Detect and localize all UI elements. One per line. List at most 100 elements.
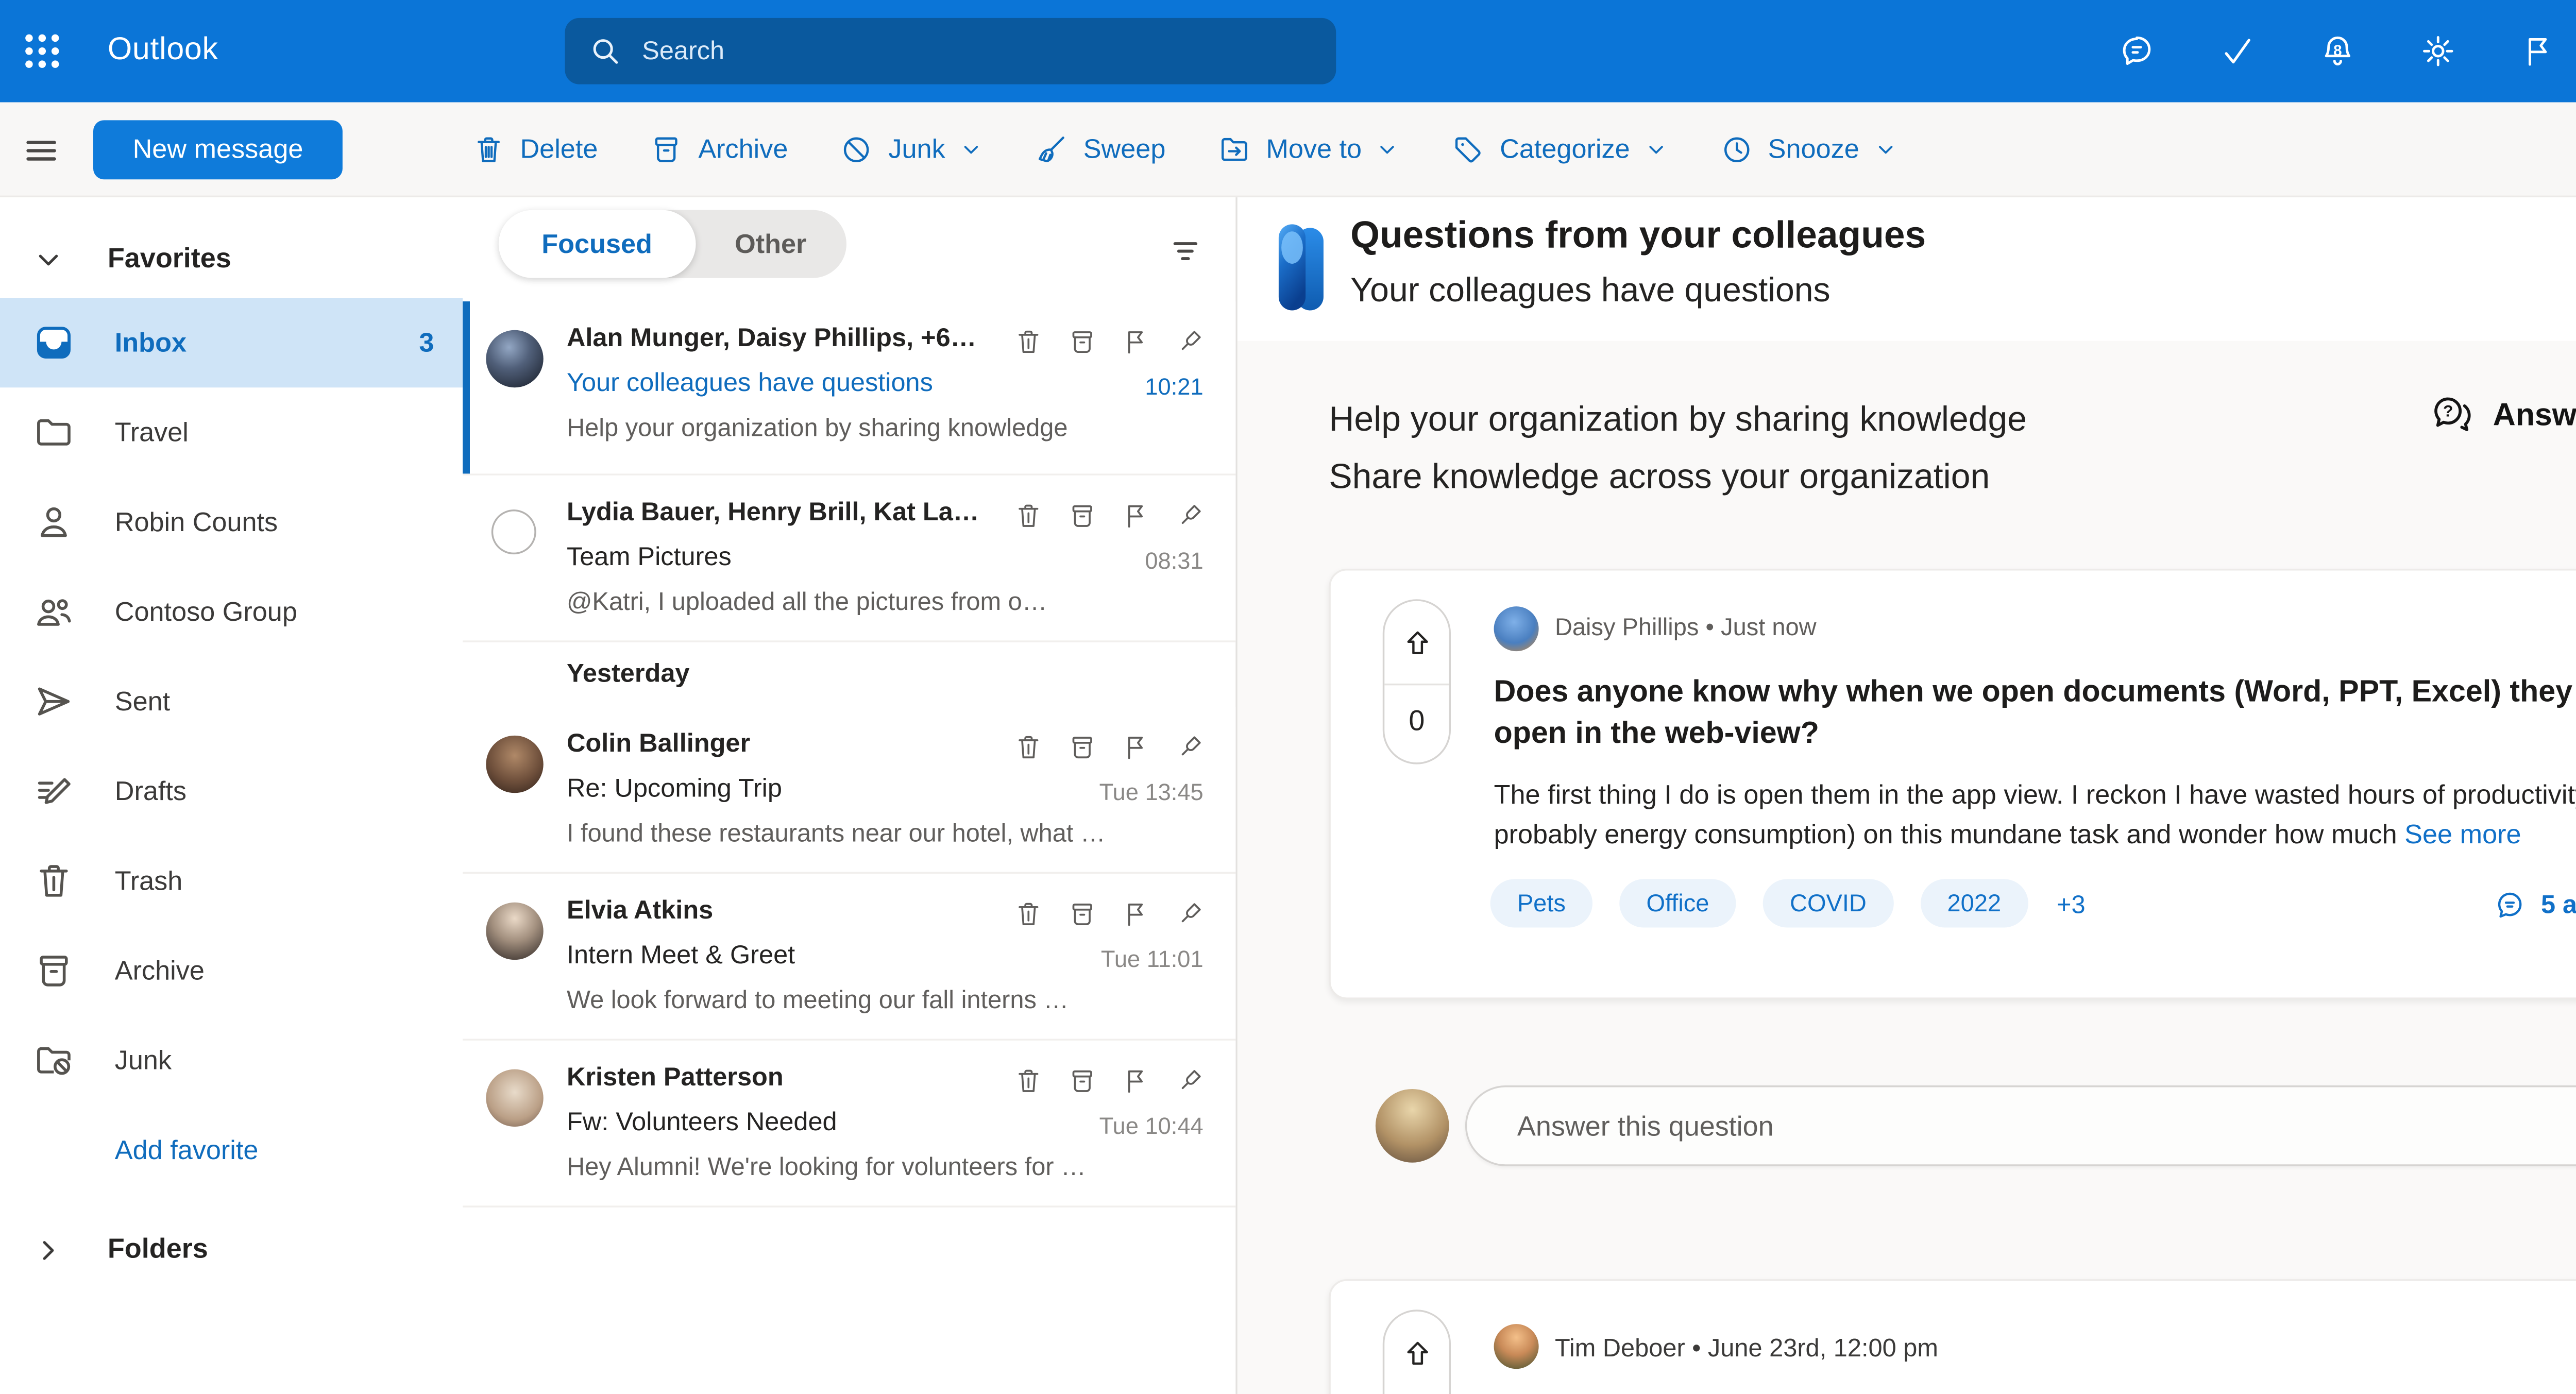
command-toolbar: New message Delete Archive Junk Sweep Mo… (0, 102, 2576, 198)
answers-link[interactable]: 5 answers (2493, 888, 2576, 922)
pin-icon[interactable] (1175, 327, 1205, 357)
categorize-button[interactable]: Categorize (1451, 132, 1668, 166)
snooze-button[interactable]: Snooze (1720, 132, 1897, 166)
archive-icon[interactable] (1067, 501, 1097, 531)
search-bar[interactable] (565, 18, 1336, 84)
answer-input[interactable] (1513, 1087, 2526, 1168)
archive-icon[interactable] (1067, 327, 1097, 357)
answer-composer[interactable]: GIF (1465, 1085, 2576, 1168)
sidebar-item-inbox[interactable]: Inbox 3 (0, 298, 463, 388)
sender-avatar[interactable] (486, 902, 544, 960)
email-time: Tue 13:45 (1099, 778, 1204, 806)
trash-icon[interactable] (1013, 327, 1044, 357)
outlook-window: Outlook Search 8 New message Delete Arch… (0, 0, 2576, 1394)
select-circle[interactable] (491, 509, 536, 555)
see-more-link[interactable]: See more (2404, 819, 2521, 849)
todo-check-icon[interactable] (2218, 32, 2256, 70)
sender-avatar[interactable] (486, 330, 544, 388)
filter-icon[interactable] (1167, 233, 1204, 269)
flag-icon[interactable] (1121, 501, 1151, 531)
email-row-kristen-patterson[interactable]: Kristen Patterson Fw: Volunteers Needed … (463, 1040, 1236, 1208)
flag-icon[interactable] (1121, 732, 1151, 762)
sidebar-item-drafts[interactable]: Drafts (0, 746, 463, 836)
tab-other[interactable]: Other (696, 210, 846, 278)
tab-focused[interactable]: Focused (498, 210, 696, 278)
sidebar-item-trash[interactable]: Trash (0, 836, 463, 926)
email-row-alan-munger[interactable]: Alan Munger, Daisy Phillips, +6… Your co… (463, 301, 1236, 475)
flag-icon[interactable] (1121, 327, 1151, 357)
trash-icon[interactable] (1013, 899, 1044, 929)
author-avatar[interactable] (1494, 1324, 1539, 1369)
favorites-header[interactable]: Favorites (0, 223, 463, 298)
folders-header[interactable]: Folders (0, 1205, 463, 1295)
sidebar-item-travel[interactable]: Travel (0, 387, 463, 477)
sidebar-item-junk[interactable]: Junk (0, 1015, 463, 1105)
email-senders: Alan Munger, Daisy Phillips, +6… (566, 325, 977, 354)
sweep-broom-icon (1039, 135, 1065, 162)
sweep-button[interactable]: Sweep (1035, 132, 1165, 166)
question-card-secondary: Tim Deboer • June 23rd, 12:00 pm (1329, 1279, 2576, 1394)
trash-icon[interactable] (1013, 1066, 1044, 1096)
upvote-button[interactable] (1384, 601, 1449, 686)
answers-in-viva-badge: ? Answers in Viva (2430, 393, 2576, 438)
pin-icon[interactable] (1175, 1066, 1205, 1096)
new-message-button[interactable]: New message (93, 120, 343, 180)
tag-icon (1455, 136, 1481, 162)
sender-avatar[interactable] (486, 1069, 544, 1127)
archive-icon[interactable] (1067, 1066, 1097, 1096)
pin-icon[interactable] (1175, 899, 1205, 929)
delete-button[interactable]: Delete (471, 132, 598, 166)
notification-count-badge: 8 (2333, 40, 2342, 59)
settings-gear-icon[interactable] (2419, 32, 2457, 70)
email-hover-actions (1013, 501, 1205, 531)
archive-icon[interactable] (1067, 899, 1097, 929)
email-row-elvia-atkins[interactable]: Elvia Atkins Intern Meet & Greet Tue 11:… (463, 874, 1236, 1041)
app-launcher-icon[interactable] (20, 29, 64, 74)
upvote-button[interactable] (1384, 1312, 1449, 1394)
sidebar-item-archive[interactable]: Archive (0, 926, 463, 1015)
search-input[interactable] (638, 35, 1313, 67)
tag-pill[interactable]: Office (1619, 879, 1736, 928)
sidebar-item-contoso-group[interactable]: Contoso Group (0, 567, 463, 657)
banner-subheading: Share knowledge across your organization (1329, 457, 1990, 497)
person-icon (41, 507, 67, 537)
archive-icon[interactable] (1067, 732, 1097, 762)
flag-icon[interactable] (1121, 1066, 1151, 1096)
pin-icon[interactable] (1175, 732, 1205, 762)
tag-pill[interactable]: 2022 (1920, 879, 2028, 928)
tag-pill[interactable]: Pets (1490, 879, 1593, 928)
author-avatar[interactable] (1494, 606, 1539, 652)
sender-avatar[interactable] (486, 735, 544, 793)
add-favorite-link[interactable]: Add favorite (0, 1105, 463, 1195)
email-row-colin-ballinger[interactable]: Colin Ballinger Re: Upcoming Trip Tue 13… (463, 707, 1236, 874)
chat-icon[interactable] (2118, 32, 2156, 70)
author-name[interactable]: Tim Deboer (1555, 1333, 1685, 1362)
vote-count (1384, 1392, 1449, 1393)
pin-icon[interactable] (1175, 501, 1205, 531)
sidebar-item-label: Archive (114, 955, 205, 986)
sidebar-item-label: Junk (114, 1045, 172, 1076)
sidebar-item-robin-counts[interactable]: Robin Counts (0, 477, 463, 567)
flag-icon[interactable] (1121, 899, 1151, 929)
trash-icon[interactable] (1013, 732, 1044, 762)
email-row-lydia-bauer[interactable]: Lydia Bauer, Henry Brill, Kat La… Team P… (463, 475, 1236, 642)
junk-button[interactable]: Junk (840, 132, 982, 166)
notifications-bell-icon[interactable]: 8 (2319, 32, 2357, 70)
chevron-down-icon (1878, 145, 1892, 153)
reading-pane-header: Questions from your colleagues Your coll… (1237, 197, 2576, 341)
archive-icon (655, 136, 678, 162)
post-time: June 23rd, 12:00 pm (1707, 1333, 1938, 1362)
trash-icon[interactable] (1013, 501, 1044, 531)
conversation-subtitle: Your colleagues have questions (1350, 273, 1831, 311)
chevron-down-icon (1381, 145, 1395, 153)
flag-icon[interactable] (2520, 32, 2557, 70)
more-tags-link[interactable]: +3 (2057, 889, 2086, 918)
sidebar-item-sent[interactable]: Sent (0, 657, 463, 746)
archive-button[interactable]: Archive (650, 132, 788, 166)
tag-pill[interactable]: COVID (1762, 879, 1894, 928)
move-to-button[interactable]: Move to (1217, 132, 1399, 166)
author-name[interactable]: Daisy Phillips (1555, 614, 1699, 640)
hamburger-menu-icon[interactable] (22, 131, 61, 171)
tag-list: Pets Office COVID 2022 +3 (1490, 879, 2086, 928)
current-user-avatar[interactable] (1375, 1089, 1449, 1163)
